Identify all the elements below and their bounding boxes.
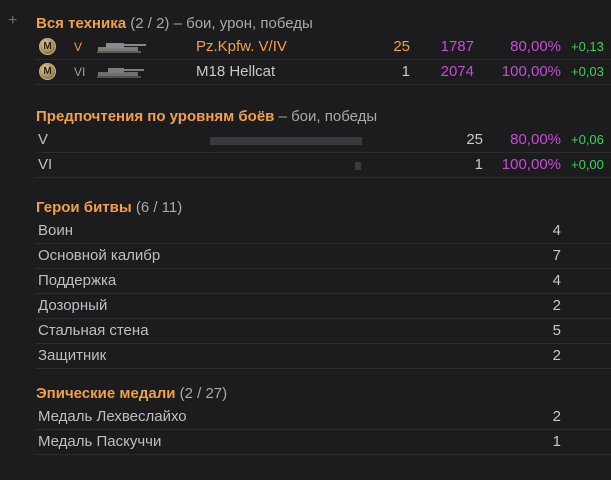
tier-pref-level: V (38, 131, 49, 148)
hero-value: 5 (552, 322, 561, 339)
vehicles-suffix: – бои, урон, победы (169, 15, 313, 32)
hero-name: Поддержка (38, 272, 117, 289)
tier-prefs-section: Предпочтения по уровням боёв – бои, побе… (36, 106, 611, 178)
tier-pref-battles: 1 (474, 156, 483, 173)
vehicle-tier: V (74, 40, 83, 54)
hero-name: Стальная стена (38, 322, 149, 339)
heroes-header[interactable]: Герои битвы (6 / 11) (36, 197, 611, 219)
heroes-section: Герои битвы (6 / 11) Воин 4 Основной кали… (36, 197, 611, 369)
heroes-title: Герои битвы (36, 199, 132, 216)
tier-prefs-suffix: – бои, победы (274, 108, 378, 125)
hero-name: Защитник (38, 347, 107, 364)
vehicle-name: M18 Hellcat (196, 63, 276, 80)
hero-row[interactable]: Воин 4 (36, 219, 611, 244)
vehicle-damage: 2074 (440, 63, 474, 80)
vehicle-winrate: 80,00% (510, 38, 561, 55)
epic-value: 1 (552, 433, 561, 450)
epic-row[interactable]: Медаль Паскуччи 1 (36, 430, 611, 455)
hero-name: Основной калибр (38, 247, 161, 264)
tier-pref-delta: +0,06 (571, 132, 604, 147)
vehicle-row[interactable]: M VI M18 Hellcat 1 2074 100,00% +0,03 (36, 60, 611, 85)
tier-pref-battles: 25 (466, 131, 483, 148)
epic-count: (2 / 27) (179, 385, 228, 402)
epic-section: Эпические медали (2 / 27) Медаль Лехвесл… (36, 383, 611, 455)
vehicles-count: (2 / 2) (130, 15, 170, 32)
epic-header[interactable]: Эпические медали (2 / 27) (36, 383, 611, 405)
tank-icon (97, 43, 146, 53)
hero-name: Воин (38, 222, 74, 239)
vehicles-header[interactable]: Вся техника (2 / 2) – бои, урон, победы (36, 13, 611, 35)
hero-value: 4 (552, 272, 561, 289)
hero-value: 2 (552, 347, 561, 364)
tier-prefs-title: Предпочтения по уровням боёв (36, 108, 275, 125)
vehicle-winrate: 100,00% (501, 63, 561, 80)
vehicle-battles: 1 (401, 63, 410, 80)
mastery-medal-icon: M (39, 63, 56, 80)
hero-row[interactable]: Дозорный 2 (36, 294, 611, 319)
epic-name: Медаль Паскуччи (38, 433, 162, 450)
hero-row[interactable]: Защитник 2 (36, 344, 611, 369)
vehicle-damage: 1787 (440, 38, 474, 55)
vehicles-title: Вся техника (36, 15, 127, 32)
vehicles-section: Вся техника (2 / 2) – бои, урон, победы … (36, 13, 611, 85)
epic-name: Медаль Лехвеслайхо (38, 408, 187, 425)
tier-pref-winrate: 100,00% (501, 156, 561, 173)
tier-pref-row[interactable]: V 25 80,00% +0,06 (36, 128, 611, 153)
vehicle-name: Pz.Kpfw. V/IV (196, 38, 287, 55)
vehicle-tier: VI (74, 65, 86, 79)
tier-pref-bar (210, 137, 362, 145)
epic-title: Эпические медали (36, 385, 176, 402)
tank-icon (97, 68, 144, 78)
tier-pref-winrate: 80,00% (510, 131, 561, 148)
vehicle-battles: 25 (393, 38, 410, 55)
heroes-count: (6 / 11) (135, 199, 183, 216)
mastery-medal-icon: M (39, 38, 56, 55)
hero-value: 2 (552, 297, 561, 314)
hero-name: Дозорный (38, 297, 108, 314)
hero-row[interactable]: Поддержка 4 (36, 269, 611, 294)
tier-prefs-header[interactable]: Предпочтения по уровням боёв – бои, побе… (36, 106, 611, 128)
hero-row[interactable]: Стальная стена 5 (36, 319, 611, 344)
epic-value: 2 (552, 408, 561, 425)
vehicle-delta: +0,13 (571, 39, 604, 54)
tier-pref-row[interactable]: VI 1 100,00% +0,00 (36, 153, 611, 178)
plus-icon[interactable]: + (8, 13, 22, 29)
tier-pref-level: VI (38, 156, 53, 173)
tier-pref-bar (355, 162, 361, 170)
tier-pref-delta: +0,00 (571, 157, 604, 172)
vehicle-row[interactable]: M V Pz.Kpfw. V/IV 25 1787 80,00% +0,13 (36, 35, 611, 60)
hero-row[interactable]: Основной калибр 7 (36, 244, 611, 269)
hero-value: 7 (552, 247, 561, 264)
hero-value: 4 (552, 222, 561, 239)
epic-row[interactable]: Медаль Лехвеслайхо 2 (36, 405, 611, 430)
vehicle-delta: +0,03 (571, 64, 604, 79)
